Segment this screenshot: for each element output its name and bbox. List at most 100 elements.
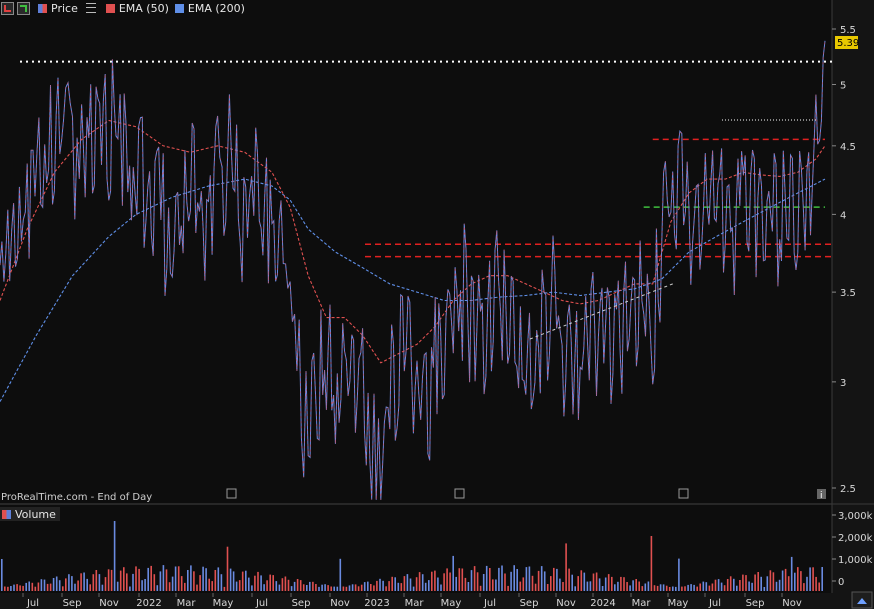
volume-bar — [693, 584, 695, 591]
volume-bar — [800, 571, 802, 591]
volume-bar — [431, 571, 433, 591]
volume-bar — [781, 570, 784, 591]
volume-bar — [699, 583, 701, 591]
volume-bar — [772, 572, 775, 591]
volume-bar — [424, 582, 427, 591]
ema50-legend-label[interactable]: EMA (50) — [119, 2, 169, 15]
time-tick-label: Sep — [746, 598, 765, 609]
volume-bar — [379, 578, 381, 591]
volume-bar — [647, 581, 650, 591]
volume-bar — [629, 585, 631, 591]
volume-bar — [266, 580, 268, 591]
volume-bar — [415, 577, 418, 591]
volume-bar — [376, 580, 378, 591]
volume-bar — [760, 576, 762, 591]
volume-bar — [205, 568, 207, 591]
volume-bar — [568, 568, 570, 591]
volume-bar — [428, 580, 430, 591]
volume-bar — [28, 581, 30, 591]
volume-bar — [187, 570, 189, 591]
volume-bar — [757, 572, 759, 591]
volume-bar — [595, 572, 598, 591]
expand-icon[interactable] — [17, 1, 30, 15]
volume-bar — [55, 576, 58, 591]
volume-bar — [302, 584, 305, 591]
time-tick-label: Sep — [63, 598, 82, 609]
volume-bar — [766, 576, 769, 591]
volume-bar — [348, 585, 351, 591]
volume-bar — [531, 575, 534, 591]
volume-bar — [519, 581, 522, 591]
volume-bar — [370, 584, 372, 591]
volume-bar — [458, 568, 461, 591]
volume-bar — [40, 579, 43, 591]
volume-bar — [89, 584, 91, 591]
time-tick-label: May — [668, 598, 689, 609]
volume-bar — [467, 582, 470, 591]
volume-bar — [156, 585, 159, 591]
volume-bar — [400, 583, 403, 591]
volume-bar — [388, 581, 390, 591]
volume-bar — [598, 578, 601, 591]
volume-bar — [46, 583, 49, 591]
volume-bar — [83, 572, 85, 591]
scroll-up-icon[interactable] — [851, 591, 873, 609]
volume-bar — [504, 573, 506, 591]
volume-bar — [220, 574, 223, 591]
volume-bar — [708, 585, 711, 591]
volume-bar — [711, 583, 714, 591]
volume-bar — [193, 571, 195, 591]
volume-bar — [138, 568, 140, 591]
collapse-icon[interactable] — [1, 1, 14, 15]
volume-bar — [681, 586, 683, 591]
volume-bar — [92, 574, 95, 591]
volume-bar — [34, 586, 37, 591]
volume-bar — [336, 586, 339, 591]
volume-bar — [68, 574, 70, 591]
price-tick-label: 5.5 — [840, 25, 856, 36]
volume-bar — [110, 569, 113, 591]
volume-bar — [644, 583, 647, 591]
volume-bar — [77, 580, 79, 591]
volume-bar — [464, 577, 467, 591]
volume-bar — [339, 558, 342, 591]
volume-bar — [196, 584, 198, 591]
volume-bar — [668, 587, 671, 591]
volume-bar — [751, 582, 753, 591]
volume-bar — [190, 565, 192, 591]
time-tick-label: Jul — [26, 598, 39, 609]
volume-bar — [748, 581, 750, 591]
price-legend-label[interactable]: Price — [51, 2, 78, 15]
volume-legend-label[interactable]: Volume — [15, 508, 56, 521]
volume-bar — [437, 577, 439, 591]
volume-bar — [281, 578, 284, 591]
volume-bar — [611, 576, 613, 591]
price-tick-label: 3 — [840, 378, 846, 389]
volume-bar — [479, 585, 482, 591]
volume-bar — [775, 581, 778, 591]
volume-bar — [784, 568, 787, 591]
ema200-swatch — [174, 3, 184, 13]
volume-bar — [144, 579, 146, 591]
volume-bar — [385, 586, 387, 591]
volume-bar — [604, 577, 607, 591]
volume-bar — [553, 567, 555, 591]
ema200-legend-label[interactable]: EMA (200) — [188, 2, 245, 15]
volume-bar — [586, 581, 589, 591]
indicator-list-icon[interactable] — [85, 3, 96, 13]
volume-bar — [171, 576, 174, 591]
volume-bar — [470, 570, 473, 591]
volume-bar — [507, 585, 509, 591]
volume-bar — [546, 584, 549, 591]
volume-bar — [275, 581, 278, 591]
volume-bar — [22, 585, 24, 591]
volume-bar — [351, 584, 354, 591]
volume-bar — [577, 576, 579, 591]
price-chart[interactable]: 5.5 5 4.5 4 3.5 3 2.5 3,000k 2,000k 1,000k 0 Jul S… — [0, 0, 874, 609]
volume-bar — [95, 570, 98, 591]
volume-bar — [742, 574, 744, 591]
volume-bar — [583, 572, 586, 591]
volume-bar — [717, 579, 720, 591]
volume-bar — [159, 571, 162, 591]
volume-bar — [360, 584, 363, 591]
